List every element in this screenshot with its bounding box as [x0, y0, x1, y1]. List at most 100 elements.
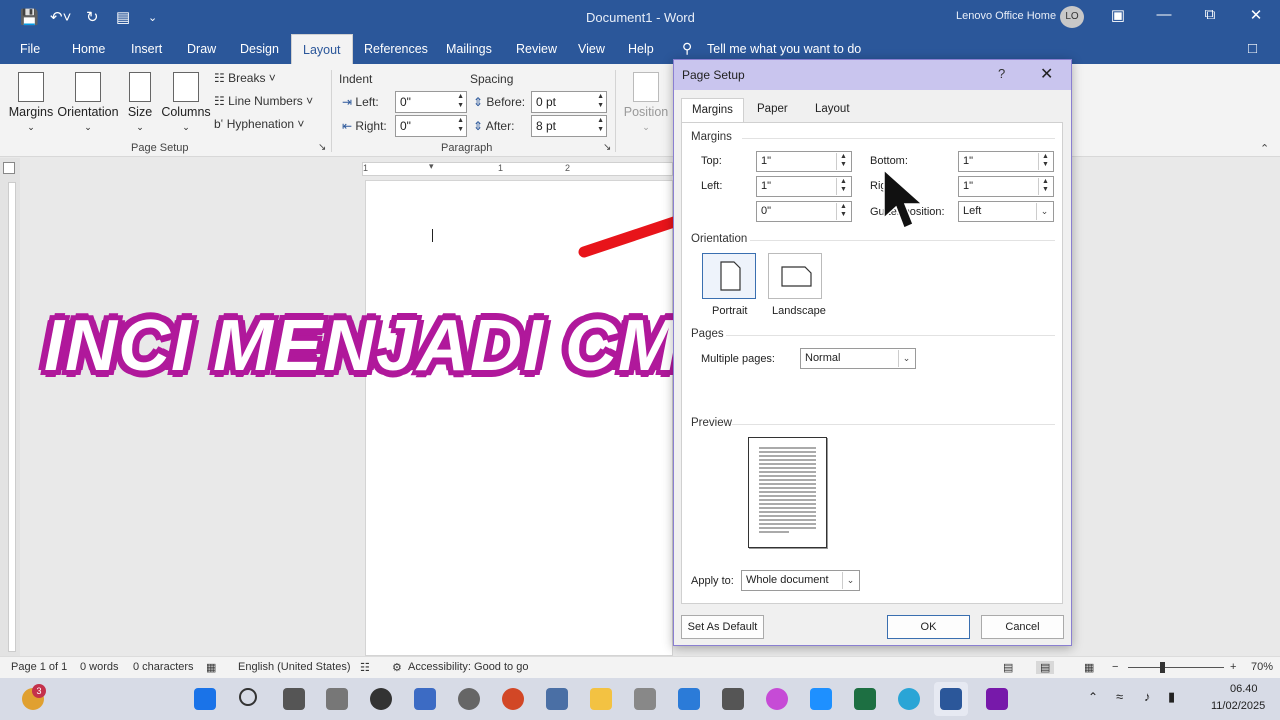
portrait-button[interactable] [702, 253, 756, 299]
tab-draw[interactable]: Draw [187, 42, 216, 56]
obs-icon[interactable] [370, 688, 392, 710]
app-icon[interactable] [634, 688, 656, 710]
left-margin-input[interactable]: 1" ▲ ▼ [756, 176, 852, 197]
copilot-icon[interactable] [766, 688, 788, 710]
undo-icon[interactable]: ↶˅ [50, 8, 71, 26]
search-icon[interactable] [239, 688, 257, 706]
start-icon[interactable] [194, 688, 216, 710]
size-button[interactable]: Size ⌄ [124, 72, 156, 133]
minimize-icon[interactable]: — [1152, 6, 1176, 23]
proofing-icon[interactable]: ▦ [206, 661, 216, 674]
clock-date[interactable]: 11/02/2025 [1211, 700, 1265, 712]
text-predictions-icon[interactable]: ☷ [360, 661, 370, 674]
tab-mailings[interactable]: Mailings [446, 42, 492, 56]
dialog-title-bar[interactable]: Page Setup ? ✕ [674, 60, 1071, 90]
language[interactable]: English (United States) [238, 661, 351, 673]
wifi-icon[interactable]: ≈ [1116, 689, 1123, 704]
bottom-margin-input[interactable]: 1" ▲ ▼ [958, 151, 1054, 172]
breaks-button[interactable]: ☷ Breaks ˅ [214, 71, 276, 85]
task-view-icon[interactable] [283, 688, 305, 710]
landscape-button[interactable] [768, 253, 822, 299]
indent-marker-icon[interactable]: ▾ [429, 161, 434, 172]
position-button[interactable]: Position ⌄ [622, 72, 670, 133]
app-icon[interactable] [546, 688, 568, 710]
settings-icon[interactable] [458, 688, 480, 710]
indent-left-input[interactable]: 0" ▲ ▼ [395, 91, 467, 113]
tab-home[interactable]: Home [72, 42, 105, 56]
tab-references[interactable]: References [364, 42, 428, 56]
apply-to-select[interactable]: Whole document ⌄ [741, 570, 860, 591]
word-count[interactable]: 0 words [80, 661, 119, 673]
tab-file[interactable]: File [20, 42, 40, 56]
edge-icon[interactable] [898, 688, 920, 710]
avatar[interactable]: LO [1060, 6, 1084, 28]
close-icon[interactable]: ✕ [1244, 6, 1268, 24]
tab-help[interactable]: Help [628, 42, 654, 56]
onenote-icon[interactable] [986, 688, 1008, 710]
app-icon[interactable] [810, 688, 832, 710]
hyphenation-button[interactable]: b‛ Hyphenation ˅ [214, 117, 304, 131]
tab-paper[interactable]: Paper [747, 98, 798, 122]
line-numbers-button[interactable]: ☷ Line Numbers ˅ [214, 94, 313, 108]
cancel-button[interactable]: Cancel [981, 615, 1064, 639]
tray-overflow-icon[interactable]: ⌃ [1088, 690, 1098, 704]
ok-button[interactable]: OK [887, 615, 970, 639]
zoom-level[interactable]: 70% [1251, 661, 1273, 673]
columns-button[interactable]: Columns ⌄ [160, 72, 212, 133]
top-margin-input[interactable]: 1" ▲ ▼ [756, 151, 852, 172]
tab-dialog-layout[interactable]: Layout [805, 98, 860, 122]
clipboard-icon[interactable]: ▤ [116, 8, 130, 26]
right-margin-input[interactable]: 1" ▲ ▼ [958, 176, 1054, 197]
app-icon[interactable] [326, 688, 348, 710]
character-count[interactable]: 0 characters [133, 661, 194, 673]
save-icon[interactable]: 💾 [20, 8, 39, 26]
dialog-close-icon[interactable]: ✕ [1040, 64, 1053, 84]
tab-design[interactable]: Design [240, 42, 279, 56]
word-icon[interactable] [940, 688, 962, 710]
gutter-input[interactable]: 0" ▲ ▼ [756, 201, 852, 222]
battery-icon[interactable]: ▮ [1168, 689, 1175, 705]
file-explorer-icon[interactable] [590, 688, 612, 710]
volume-icon[interactable]: ♪ [1144, 689, 1151, 704]
redo-icon[interactable]: ↻ [86, 8, 99, 26]
indent-right-input[interactable]: 0" ▲ ▼ [395, 115, 467, 137]
app-icon[interactable] [678, 688, 700, 710]
excel-icon[interactable] [854, 688, 876, 710]
multiple-pages-select[interactable]: Normal ⌄ [800, 348, 916, 369]
orientation-button[interactable]: Orientation ⌄ [56, 72, 120, 133]
spacing-after-input[interactable]: 8 pt ▲ ▼ [531, 115, 607, 137]
print-layout-icon[interactable]: ▤ [1036, 661, 1055, 674]
powerpoint-icon[interactable] [502, 688, 524, 710]
tell-me-search[interactable]: Tell me what you want to do [707, 42, 861, 56]
zoom-slider-thumb[interactable] [1160, 662, 1165, 673]
zoom-in-button[interactable]: + [1230, 661, 1236, 673]
accessibility-status[interactable]: Accessibility: Good to go [408, 661, 528, 673]
account-name[interactable]: Lenovo Office Home [956, 10, 1056, 22]
tab-view[interactable]: View [578, 42, 605, 56]
app-icon[interactable] [414, 688, 436, 710]
spacing-before-input[interactable]: 0 pt ▲ ▼ [531, 91, 607, 113]
collapse-ribbon-icon[interactable]: ⌃ [1260, 142, 1269, 155]
clock-time[interactable]: 06.40 [1230, 683, 1258, 695]
paragraph-launcher-icon[interactable]: ↘ [603, 142, 611, 153]
tab-review[interactable]: Review [516, 42, 557, 56]
tab-margins[interactable]: Margins [681, 98, 744, 123]
ribbon-display-icon[interactable]: ▣ [1106, 6, 1130, 24]
read-mode-icon[interactable]: ▤ [1003, 661, 1013, 674]
tab-layout[interactable]: Layout [291, 34, 353, 64]
tab-selector-icon[interactable] [3, 162, 15, 174]
page-count[interactable]: Page 1 of 1 [11, 661, 67, 673]
tab-insert[interactable]: Insert [131, 42, 162, 56]
gutter-position-select[interactable]: Left ⌄ [958, 201, 1054, 222]
zoom-slider[interactable] [1128, 662, 1224, 673]
restore-icon[interactable]: ⧉ [1198, 6, 1222, 23]
web-layout-icon[interactable]: ▦ [1084, 661, 1094, 674]
zoom-out-button[interactable]: − [1112, 661, 1118, 673]
customize-qa-icon[interactable]: ⌄ [148, 11, 157, 24]
set-as-default-button[interactable]: Set As Default [681, 615, 764, 639]
comments-icon[interactable]: □ [1248, 40, 1257, 57]
app-icon[interactable] [722, 688, 744, 710]
help-icon[interactable]: ? [998, 66, 1005, 81]
page-setup-launcher-icon[interactable]: ↘ [318, 142, 326, 153]
margins-button[interactable]: Margins ⌄ [8, 72, 54, 133]
